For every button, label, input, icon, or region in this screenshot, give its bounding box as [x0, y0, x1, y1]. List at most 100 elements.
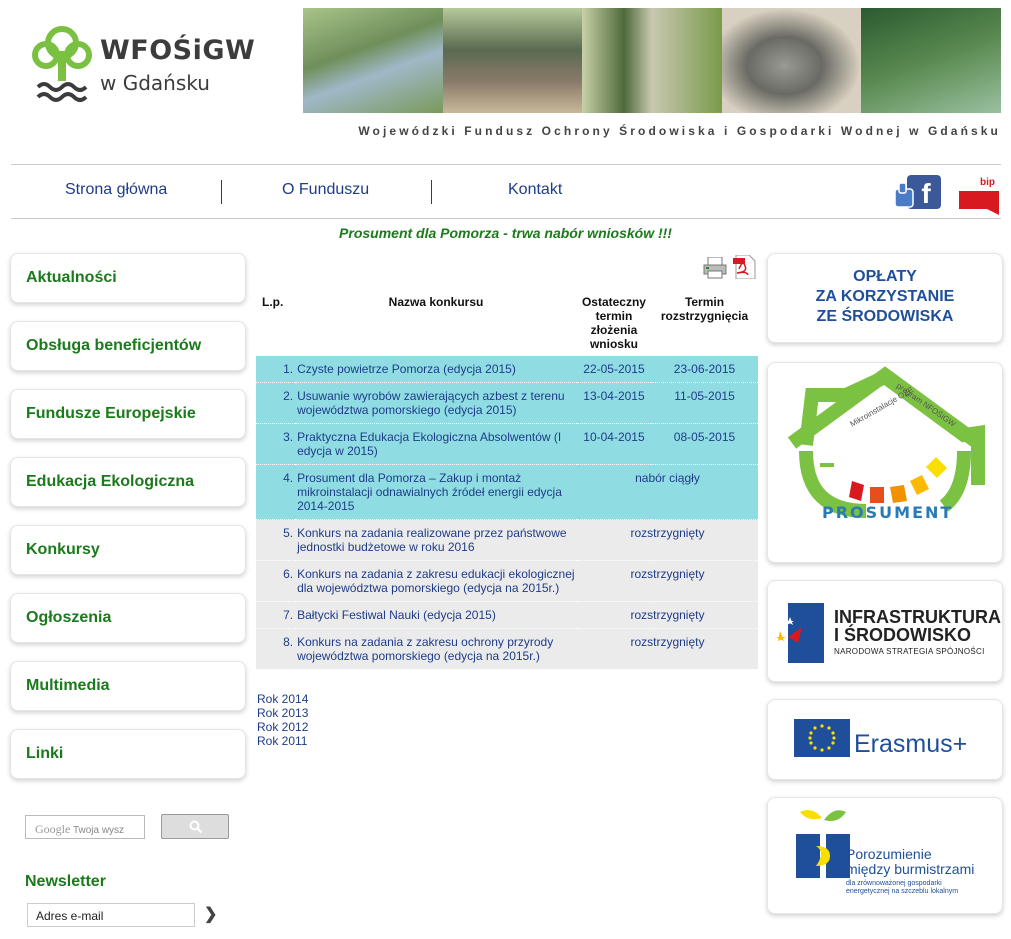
poro-subtitle-line: dla zrównoważonej gospodarki	[846, 880, 942, 887]
table-row[interactable]: 7. Bałtycki Festiwal Nauki (edycja 2015)…	[256, 601, 758, 629]
row-lp: 8.	[256, 628, 296, 669]
row-status: nabór ciągły	[576, 464, 758, 520]
logo[interactable]: WFOŚiGW w Gdańsku	[32, 25, 262, 105]
infra-title-line: I ŚRODOWISKO	[834, 625, 972, 645]
menu-label: Fundusze Europejskie	[26, 405, 196, 422]
row-name-link[interactable]: Konkurs na zadania z zakresu ochrony prz…	[295, 628, 577, 669]
pdf-icon[interactable]	[733, 255, 757, 279]
header-banner	[303, 8, 1001, 113]
row-name-link[interactable]: Konkurs na zadania z zakresu edukacji ek…	[295, 560, 577, 602]
infra-title-line: INFRASTRUKTURA	[834, 607, 1001, 627]
header-resolution: Termin rozstrzygnięcia	[660, 295, 749, 323]
top-navigation: Strona główna O Funduszu Kontakt f bip	[11, 164, 1001, 219]
row-status: rozstrzygnięty	[576, 628, 758, 669]
year-link[interactable]: Rok 2011	[257, 734, 308, 748]
row-name-link[interactable]: Czyste powietrze Pomorza (edycja 2015)	[295, 355, 577, 383]
banner-seal-image	[721, 8, 862, 113]
menu-label: Aktualności	[26, 269, 117, 286]
row-lp: 3.	[256, 423, 296, 465]
nav-about[interactable]: O Funduszu	[282, 181, 369, 199]
row-name-link[interactable]: Usuwanie wyrobów zawierających azbest z …	[295, 382, 577, 424]
banner-underwater-image	[861, 8, 1001, 113]
menu-multimedia[interactable]: Multimedia	[10, 661, 246, 711]
eu-flag-stars-icon	[776, 603, 824, 663]
row-status: rozstrzygnięty	[576, 560, 758, 602]
header-deadline: Ostateczny termin złożenia wniosku	[581, 295, 646, 351]
facebook-like-icon[interactable]: f	[893, 175, 941, 209]
prosument-banner[interactable]: Mikroinstalacje OZE program NFOŚiGW PROS…	[767, 362, 1003, 563]
row-name-link[interactable]: Konkurs na zadania realizowane przez pań…	[295, 519, 577, 561]
header-lp: L.p.	[262, 295, 284, 309]
row-resolution: 11-05-2015	[651, 382, 758, 424]
announcement-link[interactable]: Prosument dla Pomorza - trwa nabór wnios…	[0, 225, 1011, 241]
prosument-label: PROSUMENT	[822, 503, 954, 522]
row-resolution: 08-05-2015	[651, 423, 758, 465]
row-name-link[interactable]: Prosument dla Pomorza – Zakup i montaż m…	[295, 464, 577, 520]
table-header-row: L.p. Nazwa konkursu Ostateczny termin zł…	[256, 291, 758, 356]
google-search-input[interactable]: Google Twoja wysz	[25, 815, 145, 839]
prosument-house-icon: Mikroinstalacje OZE program NFOŚiGW	[787, 366, 985, 518]
table-row[interactable]: 4. Prosument dla Pomorza – Zakup i monta…	[256, 464, 758, 520]
row-deadline: 22-05-2015	[576, 355, 651, 383]
tree-logo-icon	[32, 26, 92, 102]
year-link[interactable]: Rok 2013	[257, 706, 308, 720]
table-row[interactable]: 8. Konkurs na zadania z zakresu ochrony …	[256, 628, 758, 669]
svg-text:program NFOŚiGW: program NFOŚiGW	[895, 381, 958, 429]
menu-edukacja-ekologiczna[interactable]: Edukacja Ekologiczna	[10, 457, 246, 507]
bip-label: bip	[980, 177, 995, 188]
oplaty-line: ZA KORZYSTANIE	[815, 288, 955, 305]
row-resolution: 23-06-2015	[651, 355, 758, 383]
menu-linki[interactable]: Linki	[10, 729, 246, 779]
porozumienie-banner[interactable]: Porozumienie między burmistrzami dla zró…	[767, 797, 1003, 914]
oplaty-banner[interactable]: OPŁATY ZA KORZYSTANIE ZE ŚRODOWISKA	[767, 253, 1003, 343]
year-link[interactable]: Rok 2012	[257, 720, 308, 734]
row-lp: 7.	[256, 601, 296, 629]
newsletter-title: Newsletter	[25, 873, 106, 890]
table-row[interactable]: 1. Czyste powietrze Pomorza (edycja 2015…	[256, 355, 758, 383]
newsletter-submit-icon[interactable]: ❯	[204, 904, 217, 924]
document-actions	[703, 255, 757, 279]
row-name-link[interactable]: Bałtycki Festiwal Nauki (edycja 2015)	[295, 601, 577, 629]
row-status: rozstrzygnięty	[576, 519, 758, 561]
eu-flag-icon	[794, 719, 850, 757]
menu-ogloszenia[interactable]: Ogłoszenia	[10, 593, 246, 643]
banner-shoreline-image	[442, 8, 583, 113]
print-icon[interactable]	[703, 257, 727, 279]
poro-subtitle-line: energetycznej na szczeblu lokalnym	[846, 888, 959, 895]
oplaty-line: ZE ŚRODOWISKA	[816, 308, 954, 325]
nav-home[interactable]: Strona główna	[65, 181, 167, 199]
table-row[interactable]: 2. Usuwanie wyrobów zawierających azbest…	[256, 382, 758, 424]
menu-label: Linki	[26, 745, 64, 762]
infra-subtitle: NARODOWA STRATEGIA SPÓJNOŚCI	[834, 647, 985, 656]
row-lp: 5.	[256, 519, 296, 561]
menu-konkursy[interactable]: Konkursy	[10, 525, 246, 575]
poro-title-line: między burmistrzami	[846, 861, 975, 877]
menu-label: Konkursy	[26, 541, 100, 558]
menu-obsluga-beneficjentow[interactable]: Obsługa beneficjentów	[10, 321, 246, 371]
menu-label: Multimedia	[26, 677, 110, 694]
menu-fundusze-europejskie[interactable]: Fundusze Europejskie	[10, 389, 246, 439]
year-archive-links: Rok 2014 Rok 2013 Rok 2012 Rok 2011	[257, 692, 308, 748]
table-row[interactable]: 6. Konkurs na zadania z zakresu edukacji…	[256, 560, 758, 602]
menu-aktualnosci[interactable]: Aktualności	[10, 253, 246, 303]
menu-label: Edukacja Ekologiczna	[26, 473, 195, 490]
row-deadline: 10-04-2015	[576, 423, 651, 465]
nav-separator	[221, 180, 222, 204]
nav-contact[interactable]: Kontakt	[508, 181, 562, 199]
bip-icon[interactable]: bip	[959, 171, 999, 215]
row-name-link[interactable]: Praktyczna Edukacja Ekologiczna Absolwen…	[295, 423, 577, 465]
newsletter-email-input[interactable]: Adres e-mail	[27, 903, 195, 927]
google-label: Google	[35, 822, 71, 836]
logo-subtitle: w Gdańsku	[100, 71, 210, 95]
erasmus-banner[interactable]: Erasmus+	[767, 699, 1003, 780]
banner-forest-image	[582, 8, 722, 113]
search-button[interactable]	[161, 814, 229, 839]
poro-title-line: Porozumienie	[846, 846, 932, 862]
table-row[interactable]: 5. Konkurs na zadania realizowane przez …	[256, 519, 758, 561]
year-link[interactable]: Rok 2014	[257, 692, 308, 706]
oplaty-line: OPŁATY	[853, 268, 917, 285]
row-deadline: 13-04-2015	[576, 382, 651, 424]
infrastruktura-banner[interactable]: INFRASTRUKTURA I ŚRODOWISKO NARODOWA STR…	[767, 580, 1003, 682]
header-name: Nazwa konkursu	[388, 295, 484, 309]
table-row[interactable]: 3. Praktyczna Edukacja Ekologiczna Absol…	[256, 423, 758, 465]
